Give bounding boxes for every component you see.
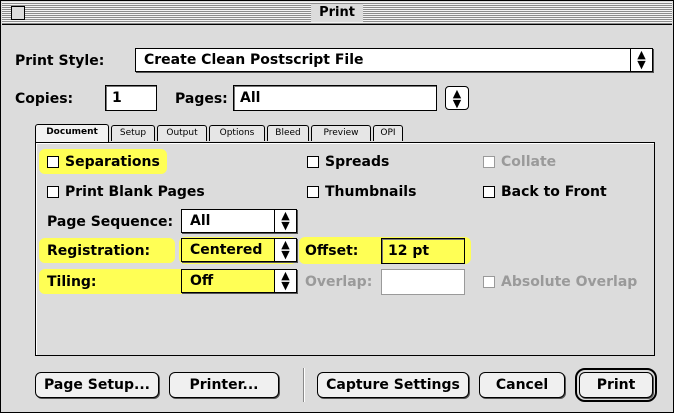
absolute-overlap-label: Absolute Overlap — [501, 274, 638, 290]
tab-options[interactable]: Options — [209, 125, 265, 141]
title-bar[interactable]: Print — [2, 2, 672, 25]
pages-label: Pages: — [175, 91, 228, 107]
back-to-front-checkbox[interactable] — [483, 186, 495, 198]
separations-label: Separations — [65, 154, 160, 170]
page-sequence-label: Page Sequence: — [47, 214, 174, 230]
thumbnails-checkbox[interactable] — [307, 186, 319, 198]
cancel-button[interactable]: Cancel — [479, 372, 565, 398]
tab-opi[interactable]: OPI — [373, 125, 403, 141]
printer-button[interactable]: Printer... — [169, 372, 279, 398]
tab-setup[interactable]: Setup — [111, 125, 155, 141]
collate-label: Collate — [501, 154, 557, 170]
print-button[interactable]: Print — [575, 368, 657, 402]
page-setup-button[interactable]: Page Setup... — [35, 372, 159, 398]
print-style-popup[interactable]: Create Clean Postscript File ▲ ▼ — [135, 48, 653, 72]
offset-label: Offset: — [305, 243, 359, 259]
back-to-front-label: Back to Front — [501, 184, 607, 200]
copies-label: Copies: — [15, 91, 74, 107]
offset-field[interactable]: 12 pt — [381, 238, 465, 264]
offset-value: 12 pt — [388, 243, 430, 259]
collate-checkbox[interactable] — [483, 156, 495, 168]
print-dialog: Print Print Style: Create Clean Postscri… — [0, 0, 674, 413]
button-divider — [303, 368, 304, 402]
tiling-value: Off — [190, 273, 214, 289]
tab-bleed[interactable]: Bleed — [267, 125, 309, 141]
thumbnails-label: Thumbnails — [325, 184, 417, 200]
tab-preview[interactable]: Preview — [311, 125, 371, 141]
print-style-label: Print Style: — [15, 53, 105, 69]
overlap-label: Overlap: — [305, 274, 373, 290]
capture-settings-button[interactable]: Capture Settings — [317, 372, 469, 398]
print-blank-pages-checkbox[interactable] — [47, 186, 59, 198]
copies-value: 1 — [112, 90, 122, 106]
tiling-popup[interactable]: Off ▲ ▼ — [181, 269, 297, 293]
copies-field[interactable]: 1 — [105, 85, 157, 111]
up-down-arrows-icon: ▲ ▼ — [630, 49, 652, 71]
tab-document[interactable]: Document — [35, 124, 109, 142]
up-down-arrows-icon: ▲ ▼ — [274, 210, 296, 232]
registration-value: Centered — [190, 242, 263, 258]
tiling-label: Tiling: — [47, 274, 97, 290]
separations-checkbox[interactable] — [47, 156, 59, 168]
print-blank-pages-label: Print Blank Pages — [65, 184, 205, 200]
window-title: Print — [311, 4, 363, 22]
absolute-overlap-checkbox[interactable] — [483, 276, 495, 288]
registration-label: Registration: — [47, 243, 151, 259]
overlap-field[interactable] — [381, 269, 465, 295]
print-style-value: Create Clean Postscript File — [144, 52, 364, 68]
pages-popup-arrows-icon[interactable]: ▲ ▼ — [445, 86, 469, 110]
spreads-label: Spreads — [325, 154, 390, 170]
close-box[interactable] — [11, 6, 25, 20]
up-down-arrows-icon: ▲ ▼ — [274, 239, 296, 261]
pages-field[interactable]: All — [233, 85, 437, 111]
spreads-checkbox[interactable] — [307, 156, 319, 168]
page-sequence-popup[interactable]: All ▲ ▼ — [181, 209, 297, 233]
pages-value: All — [240, 90, 261, 106]
tab-output[interactable]: Output — [157, 125, 207, 141]
up-down-arrows-icon: ▲ ▼ — [274, 270, 296, 292]
page-sequence-value: All — [190, 213, 211, 229]
registration-popup[interactable]: Centered ▲ ▼ — [181, 238, 297, 262]
